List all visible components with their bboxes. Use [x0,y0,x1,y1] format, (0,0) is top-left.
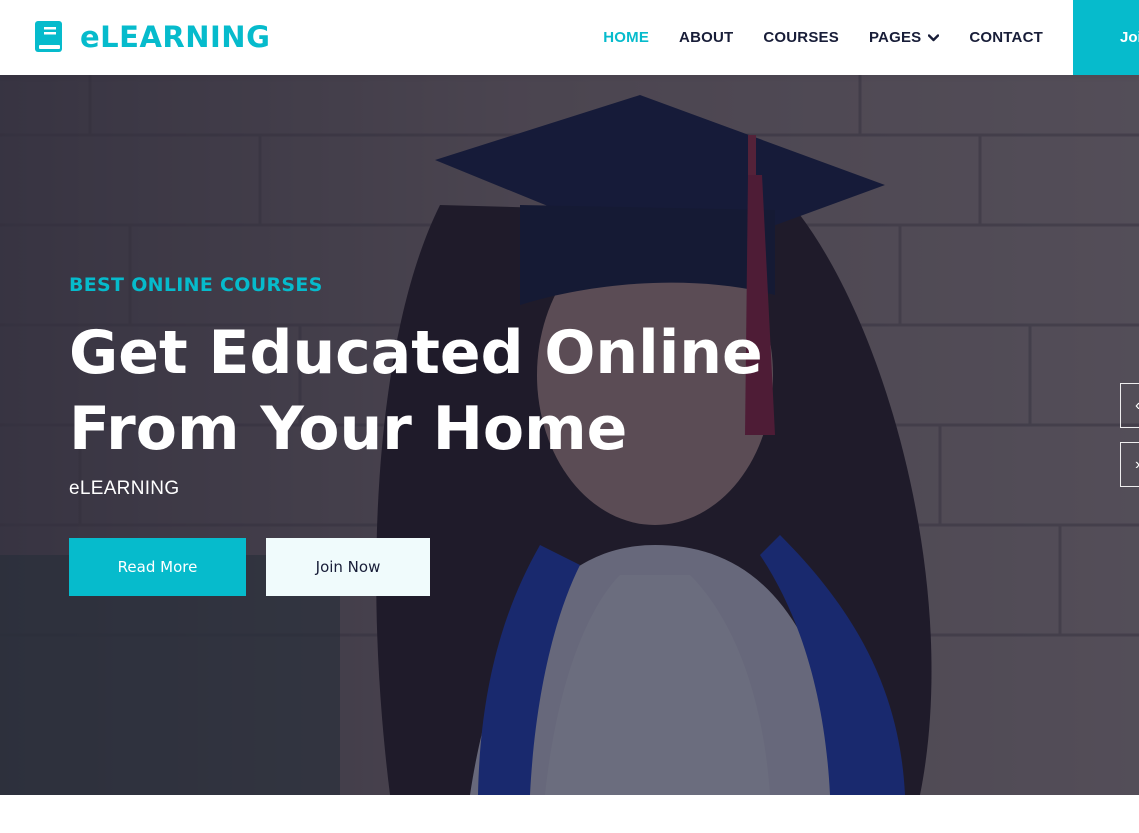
hero-description: eLEARNING [69,478,180,499]
brand-name: eLEARNING [80,20,271,54]
read-more-button[interactable]: Read More [69,538,246,596]
nav-courses[interactable]: COURSES [763,29,839,46]
hero-title: Get Educated Online From Your Home [69,315,769,467]
chevron-down-icon [928,33,940,41]
hero-title-line-2: From Your Home [69,394,628,464]
nav-about[interactable]: ABOUT [679,29,733,46]
nav-contact[interactable]: CONTACT [969,29,1043,46]
chevron-left-icon: ‹ [1135,397,1139,415]
chevron-right-icon: › [1135,456,1139,474]
nav-pages[interactable]: PAGES [868,29,940,46]
join-now-nav-button[interactable]: Join Now [1073,0,1139,75]
main-nav: HOME ABOUT COURSES PAGES CONTACT [573,0,1043,75]
hero-carousel: BEST ONLINE COURSES Get Educated Online … [0,75,1139,795]
carousel-next-button[interactable]: › [1120,442,1139,487]
carousel-prev-button[interactable]: ‹ [1120,383,1139,428]
brand-logo[interactable]: eLEARNING [34,18,270,56]
join-now-button[interactable]: Join Now [266,538,430,596]
book-icon [35,21,62,52]
hero-title-line-1: Get Educated Online [69,318,763,388]
nav-home[interactable]: HOME [603,29,649,46]
navbar: eLEARNING HOME ABOUT COURSES PAGES CONTA… [0,0,1139,75]
nav-pages-label: PAGES [868,29,922,46]
hero-subtitle: BEST ONLINE COURSES [69,274,323,296]
